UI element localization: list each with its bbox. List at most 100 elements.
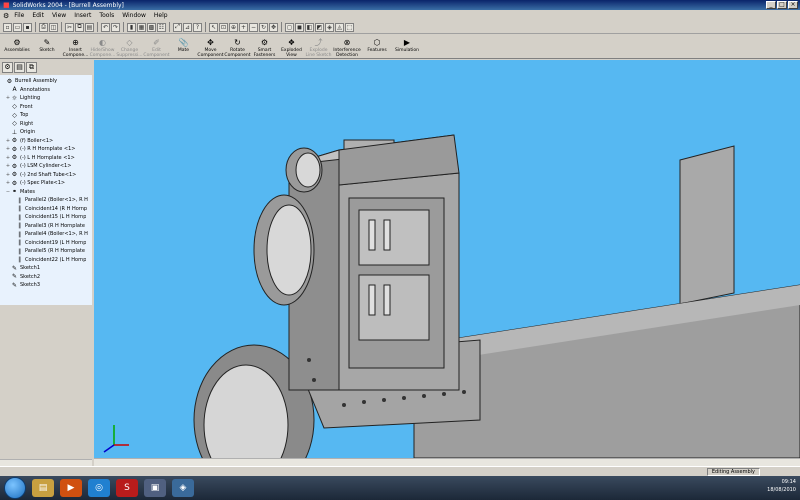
simulation-button[interactable]: ▶ Simulation	[392, 35, 422, 59]
assemblies-button[interactable]: ⚙ Assemblies	[2, 35, 32, 59]
tree-node[interactable]: + ☼ Lighting	[5, 94, 40, 102]
media-player-icon[interactable]: ▶	[60, 479, 82, 497]
tree-node[interactable]: ∥ Parallel3 (R H Hornplate	[10, 222, 85, 230]
edit-component-button[interactable]: ✐ Edit Component	[143, 35, 170, 59]
menu-tools[interactable]: Tools	[96, 12, 117, 19]
separator	[97, 22, 98, 32]
sketch-button[interactable]: ✎ Sketch	[32, 35, 62, 59]
print-preview-icon[interactable]: ◫	[49, 22, 58, 32]
section-view-icon[interactable]: ◬	[335, 22, 344, 32]
hidden-lines-icon[interactable]: ◼	[295, 22, 304, 32]
zoom-area-icon[interactable]: ⊕	[229, 22, 238, 32]
start-button[interactable]	[4, 477, 26, 499]
mate-button[interactable]: 📎 Mate	[170, 35, 197, 59]
tree-node[interactable]: ∥ Parallel5 (R H Hornplate	[10, 247, 85, 255]
perspective-icon[interactable]: ◈	[325, 22, 334, 32]
tree-node[interactable]: + ⚙ (-) L H Hornplate <1>	[5, 154, 75, 162]
help-icon[interactable]: ?	[193, 22, 202, 32]
print-icon[interactable]: ⎙	[39, 22, 48, 32]
close-button[interactable]: ×	[788, 1, 798, 9]
tree-node[interactable]: + ⚙ (-) 2nd Shaft Tube<1>	[5, 171, 76, 179]
property-manager-tab[interactable]: ▤	[14, 62, 25, 73]
interference-detection-button[interactable]: ⊗ Interference Detection	[332, 35, 362, 59]
tree-node[interactable]: ⚙ Burrell Assembly	[0, 77, 57, 85]
undo-icon[interactable]: ↶	[101, 22, 110, 32]
graphics-viewport[interactable]	[94, 60, 800, 458]
new-icon[interactable]: ▫	[3, 22, 12, 32]
tree-node[interactable]: + ⚙ (-) R H Hornplate <1>	[5, 145, 76, 153]
tree-node[interactable]: ◇ Front	[5, 103, 32, 111]
pan-icon[interactable]: ✥	[269, 22, 278, 32]
exploded-view-button[interactable]: ❖ Exploded View	[278, 35, 305, 59]
tree-node[interactable]: ◇ Right	[5, 120, 33, 128]
tree-node[interactable]: ✎ Sketch2	[5, 273, 40, 281]
folder-icon[interactable]: ▤	[32, 479, 54, 497]
paste-icon[interactable]: ▤	[85, 22, 94, 32]
separator	[281, 22, 282, 32]
rotate-component-button[interactable]: ↻ Rotate Component	[224, 35, 251, 59]
tree-node[interactable]: ∥ Coincident22 (L H Hornp	[10, 256, 86, 264]
feature-manager-tab[interactable]: ⚙	[2, 62, 13, 73]
command-manager: ⚙ Assemblies ✎ Sketch ⊕ Insert Compone..…	[0, 35, 800, 59]
photo-viewer-icon[interactable]: ◈	[172, 479, 194, 497]
zoom-in-icon[interactable]: +	[239, 22, 248, 32]
maximize-button[interactable]: □	[777, 1, 787, 9]
copy-icon[interactable]: ⧉	[75, 22, 84, 32]
menu-edit[interactable]: Edit	[29, 12, 47, 19]
grid-icon[interactable]: ▩	[147, 22, 156, 32]
menu-window[interactable]: Window	[119, 12, 149, 19]
minimize-button[interactable]: _	[766, 1, 776, 9]
shaded-icon[interactable]: ◧	[305, 22, 314, 32]
tree-node[interactable]: ⊥ Origin	[5, 128, 35, 136]
options-icon[interactable]: ☷	[157, 22, 166, 32]
zoom-out-icon[interactable]: −	[249, 22, 258, 32]
viewport-scrollbar[interactable]	[94, 458, 800, 466]
tree-node[interactable]: + ⚙ (-) LSM Cylinder<1>	[5, 162, 72, 170]
shaded-edges-icon[interactable]: ◩	[315, 22, 324, 32]
view-orientation-icon[interactable]: ⬚	[345, 22, 354, 32]
wireframe-icon[interactable]: ◻	[285, 22, 294, 32]
cut-icon[interactable]: ✂	[65, 22, 74, 32]
redo-icon[interactable]: ↷	[111, 22, 120, 32]
tree-node[interactable]: ∥ Coincident14 (R H Hornp	[10, 205, 87, 213]
move-component-button[interactable]: ✥ Move Component	[197, 35, 224, 59]
tree-node[interactable]: ✎ Sketch3	[5, 281, 40, 289]
table-icon[interactable]: ▦	[137, 22, 146, 32]
zoom-fit-icon[interactable]: ⊡	[219, 22, 228, 32]
menu-help[interactable]: Help	[151, 12, 171, 19]
tree-node[interactable]: ◇ Top	[5, 111, 28, 119]
tree-node[interactable]: ∥ Coincident15 (L H Hornp	[10, 213, 86, 221]
relation-icon[interactable]: ⊿	[183, 22, 192, 32]
rotate-view-icon[interactable]: ↻	[259, 22, 268, 32]
configuration-manager-tab[interactable]: ⧉	[26, 62, 37, 73]
tree-node[interactable]: − ⚭ Mates	[5, 188, 35, 196]
tree-node[interactable]: ∥ Parallel2 (Boiler<1>, R H	[10, 196, 88, 204]
change-suppression-button[interactable]: ◇ Change Suppressi...	[116, 35, 143, 59]
tree-node[interactable]: ✎ Sketch1	[5, 264, 40, 272]
browser-icon[interactable]: ◎	[88, 479, 110, 497]
menu-insert[interactable]: Insert	[71, 12, 94, 19]
left-bore-inner	[266, 204, 312, 296]
select-arrow-icon[interactable]: ↖	[209, 22, 218, 32]
smart-fasteners-label-2: Fasteners	[253, 53, 276, 58]
menu-file[interactable]: File	[11, 12, 27, 19]
hide-show-button[interactable]: ◐ Hide/Show Compone...	[89, 35, 116, 59]
tree-node-label: (-) R H Hornplate <1>	[20, 146, 76, 152]
tree-node[interactable]: + ⚙ (-) Spec Plate<1>	[5, 179, 65, 187]
tree-node[interactable]: A Annotations	[5, 86, 50, 94]
smart-fasteners-button[interactable]: ⚙ Smart Fasteners	[251, 35, 278, 59]
tree-node[interactable]: ∥ Parallel4 (Boiler<1>, R H	[10, 230, 88, 238]
explode-line-sketch-button[interactable]: ⤴ Explode Line Sketch	[305, 35, 332, 59]
select-icon[interactable]: ⤢	[173, 22, 182, 32]
tree-node[interactable]: ∥ Coincident19 (L H Hornp	[10, 239, 86, 247]
insert-component-button[interactable]: ⊕ Insert Compone...	[62, 35, 89, 59]
spec-plate	[679, 145, 735, 305]
open-icon[interactable]: ▭	[13, 22, 22, 32]
menu-view[interactable]: View	[49, 12, 69, 19]
features-button[interactable]: ⬡ Features	[362, 35, 392, 59]
rebuild-icon[interactable]: ▮	[127, 22, 136, 32]
tree-node[interactable]: + ⚙ (f) Boiler<1>	[5, 137, 53, 145]
window-preview-icon[interactable]: ▣	[144, 479, 166, 497]
solidworks-icon[interactable]: S	[116, 479, 138, 497]
save-icon[interactable]: ▪	[23, 22, 32, 32]
